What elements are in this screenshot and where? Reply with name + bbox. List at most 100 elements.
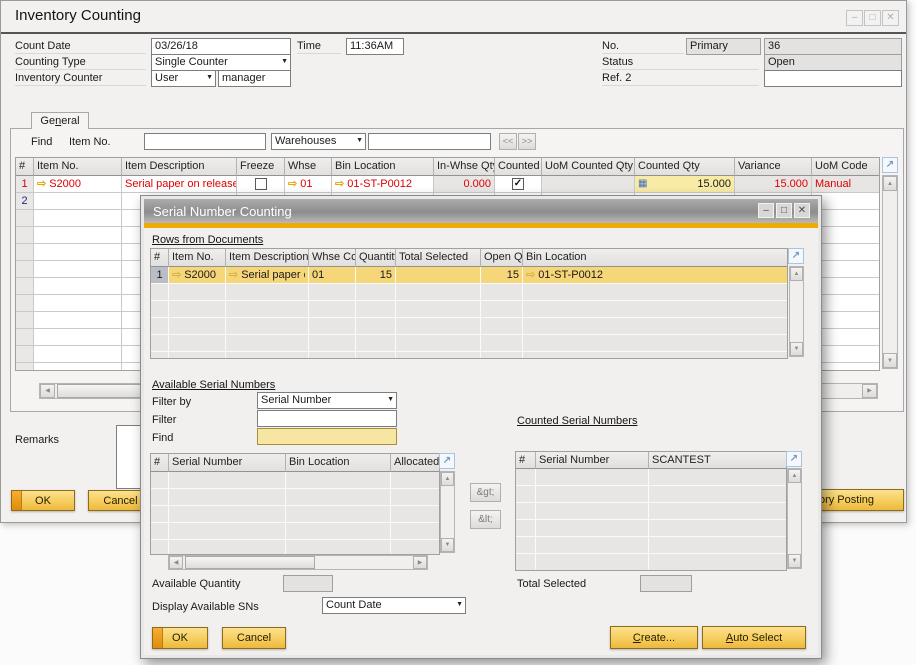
minimize-icon[interactable]: – [758,203,774,218]
calculator-icon[interactable]: ▦ [638,179,647,189]
counted-serial-numbers-label[interactable]: Counted Serial Numbers [517,414,637,428]
col-item-no[interactable]: Item No. [34,158,122,176]
whse-cell[interactable]: ⇨01 [285,176,332,193]
col-whse[interactable]: Whse [285,158,332,176]
ok-button[interactable]: OK [152,627,208,649]
scroll-left-icon[interactable]: ◀ [40,384,55,398]
expand-table-icon[interactable]: ↗ [786,451,802,467]
col-quantity[interactable]: Quantity [356,249,396,267]
col-bin-location[interactable]: Bin Location [523,249,787,267]
link-arrow-icon[interactable]: ⇨ [288,179,297,190]
col-item-no[interactable]: Item No. [169,249,226,267]
scroll-right-icon[interactable]: ▶ [862,384,877,398]
col-serial-number[interactable]: Serial Number [169,454,286,472]
create-button[interactable]: Create... [610,626,698,649]
display-available-sns-select[interactable]: Count Date ▼ [322,597,466,614]
close-icon[interactable]: ✕ [794,203,810,218]
counted-cell[interactable]: ✓ [495,176,542,193]
col-total-selected[interactable]: Total Selected [396,249,481,267]
tab-general[interactable]: General [31,112,89,129]
scroll-up-icon[interactable]: ▲ [441,472,454,486]
col-num[interactable]: # [516,452,536,469]
maximize-icon[interactable]: □ [864,10,881,26]
row-number[interactable]: 2 [16,193,34,210]
expand-table-icon[interactable]: ↗ [882,157,898,173]
main-table-vscrollbar[interactable]: ▲ ▼ [882,175,898,369]
filter-input[interactable] [257,410,397,427]
bin-location-cell[interactable]: ⇨01-ST-P0012 [523,267,787,284]
move-right-button[interactable]: &gt; [470,483,501,502]
col-num[interactable]: # [16,158,34,176]
row-number[interactable]: 1 [16,176,34,193]
col-whse-code[interactable]: Whse Code [309,249,356,267]
col-uom-code[interactable]: UoM Code [812,158,879,176]
col-bin-location[interactable]: Bin Location [286,454,391,472]
close-icon[interactable]: ✕ [882,10,899,26]
warehouses-select[interactable]: Warehouses ▼ [271,133,366,150]
counter-by-select[interactable]: User ▼ [151,70,216,87]
scroll-right-icon[interactable]: ▶ [413,556,427,569]
link-arrow-icon[interactable]: ⇨ [526,270,535,281]
col-variance[interactable]: Variance [735,158,812,176]
available-sn-vscrollbar[interactable]: ▲ ▼ [440,471,455,553]
col-counted-qty[interactable]: Counted Qty [635,158,735,176]
rows-from-documents-label[interactable]: Rows from Documents [152,233,263,247]
no-value-field[interactable]: 36 [764,38,902,55]
link-arrow-icon[interactable]: ⇨ [172,270,181,281]
warehouse-filter-input[interactable] [368,133,491,150]
filter-by-select[interactable]: Serial Number ▼ [257,392,397,409]
row-number[interactable]: 1 [151,267,169,284]
available-sn-hscrollbar[interactable]: ◀ ▶ [168,555,428,570]
rows-table-vscrollbar[interactable]: ▲ ▼ [789,266,804,357]
find-item-input[interactable] [144,133,266,150]
col-counted[interactable]: Counted [495,158,542,176]
selected-document-row[interactable]: 1 ⇨S2000 ⇨Serial paper on release 01 15 … [151,267,787,284]
scroll-down-icon[interactable]: ▼ [790,342,803,356]
scroll-down-icon[interactable]: ▼ [441,538,454,552]
table-row[interactable]: 1 ⇨S2000 Serial paper on release ⇨01 ⇨01… [16,176,879,193]
expand-table-icon[interactable]: ↗ [439,453,455,469]
no-series-field[interactable]: Primary [686,38,761,55]
available-serial-numbers-label[interactable]: Available Serial Numbers [152,378,275,392]
item-no-cell[interactable]: ⇨S2000 [34,176,122,193]
count-date-input[interactable]: 03/26/18 [151,38,291,55]
col-open-qty[interactable]: Open Qty [481,249,523,267]
scroll-up-icon[interactable]: ▲ [883,176,897,191]
link-arrow-icon[interactable]: ⇨ [335,179,344,190]
col-bin-location[interactable]: Bin Location [332,158,434,176]
minimize-icon[interactable]: – [846,10,863,26]
ref2-input[interactable] [764,70,902,87]
counter-name-input[interactable]: manager [218,70,291,87]
move-left-button[interactable]: &lt; [470,510,501,529]
item-no-cell[interactable]: ⇨S2000 [169,267,226,284]
auto-select-button[interactable]: Auto Select [702,626,806,649]
col-in-whse-qty[interactable]: In-Whse Qty ... [434,158,495,176]
prev-button[interactable]: << [499,133,517,150]
item-description-cell[interactable]: Serial paper on release [122,176,237,193]
bin-location-cell[interactable]: ⇨01-ST-P0012 [332,176,434,193]
next-button[interactable]: >> [518,133,536,150]
hscroll-thumb[interactable] [185,556,315,569]
counted-qty-cell[interactable]: ▦15.000 [635,176,735,193]
ok-button[interactable]: OK [11,490,75,511]
scroll-left-icon[interactable]: ◀ [169,556,183,569]
freeze-checkbox[interactable] [255,178,267,190]
scroll-down-icon[interactable]: ▼ [883,353,897,368]
freeze-cell[interactable] [237,176,285,193]
col-num[interactable]: # [151,249,169,267]
time-input[interactable]: 11:36AM [346,38,404,55]
col-allocated[interactable]: Allocated [391,454,439,472]
scroll-down-icon[interactable]: ▼ [788,554,801,568]
expand-table-icon[interactable]: ↗ [788,248,804,264]
counting-type-select[interactable]: Single Counter ▼ [151,54,291,71]
col-item-description[interactable]: Item Description [122,158,237,176]
col-serial-number[interactable]: Serial Number [536,452,649,469]
cancel-button[interactable]: Cancel [222,627,286,649]
col-item-description[interactable]: Item Description [226,249,309,267]
col-uom-counted-qty[interactable]: UoM Counted Qty [542,158,635,176]
maximize-icon[interactable]: □ [776,203,792,218]
col-num[interactable]: # [151,454,169,472]
counted-checkbox[interactable]: ✓ [512,178,524,190]
link-arrow-icon[interactable]: ⇨ [37,179,46,190]
scroll-up-icon[interactable]: ▲ [788,469,801,483]
